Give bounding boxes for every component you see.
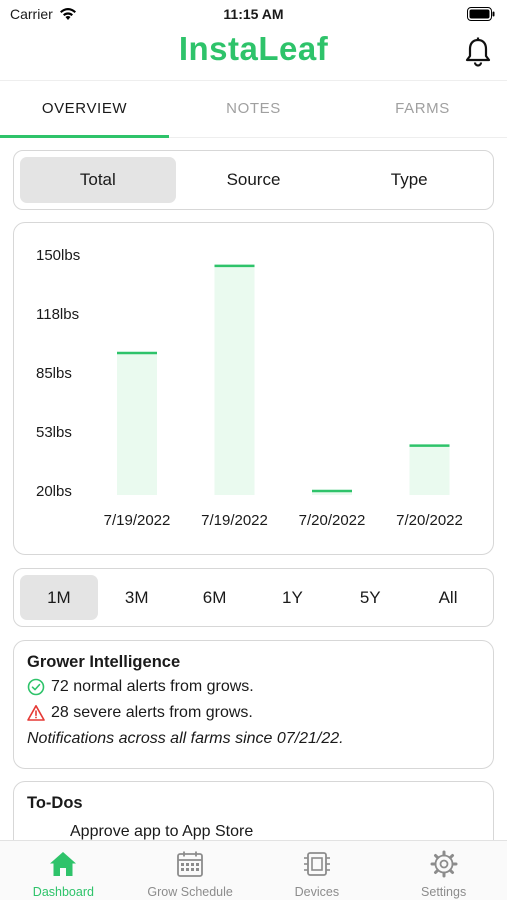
nav-dashboard[interactable]: Dashboard [0,841,127,900]
normal-alerts-text: 72 normal alerts from grows. [51,678,254,695]
y-tick-label: 85lbs [36,365,72,382]
home-icon [50,852,77,876]
notifications-note: Notifications across all farms since 07/… [27,730,344,747]
app-header: InstaLeaf [0,28,507,78]
todos-title: To-Dos [27,794,83,812]
nav-settings-label: Settings [421,885,467,899]
bell-icon[interactable] [463,36,493,68]
tab-farms[interactable]: FARMS [338,81,507,137]
bottom-tab-bar: Dashboard Grow Schedule Devices Settings [0,840,507,900]
calendar-icon [177,851,204,877]
battery-icon [467,7,495,24]
status-time: 11:15 AM [223,6,284,22]
tab-overview[interactable]: OVERVIEW [0,81,169,138]
tab-notes[interactable]: NOTES [169,81,338,137]
nav-dashboard-label: Dashboard [32,885,94,899]
range-5y[interactable]: 5Y [331,575,409,620]
main-tabs: OVERVIEW NOTES FARMS [0,80,507,138]
chart-bar[interactable] [117,353,157,495]
range-1m[interactable]: 1M [20,575,98,620]
nav-devices[interactable]: Devices [254,841,381,900]
range-1y[interactable]: 1Y [253,575,331,620]
x-tick-label: 7/20/2022 [299,512,366,529]
range-3m[interactable]: 3M [98,575,176,620]
nav-grow-schedule-label: Grow Schedule [147,885,233,899]
severe-alerts-text: 28 severe alerts from grows. [51,704,253,721]
check-circle-icon [27,678,45,696]
y-tick-label: 118lbs [36,306,79,323]
range-6m[interactable]: 6M [176,575,254,620]
chart-bar[interactable] [409,445,450,495]
normal-alerts-row: 72 normal alerts from grows. [27,678,480,696]
nav-grow-schedule[interactable]: Grow Schedule [127,841,254,900]
chip-icon [303,852,330,876]
chart-bar[interactable] [214,265,255,495]
grower-intelligence-card[interactable]: Grower Intelligence 72 normal alerts fro… [13,640,494,769]
x-tick-label: 7/19/2022 [104,512,171,529]
range-all[interactable]: All [409,575,487,620]
breakdown-segmented-control: Total Source Type [13,150,494,210]
x-tick-label: 7/19/2022 [201,512,268,529]
y-tick-label: 53lbs [36,424,72,441]
nav-devices-label: Devices [294,885,340,899]
harvest-bar-chart: 150lbs 118lbs 85lbs 53lbs 20lbs 7/19/2022 7/19… [36,247,463,529]
severe-alerts-row: 28 severe alerts from grows. [27,704,480,722]
todo-item[interactable]: Approve app to App Store [27,823,480,841]
warning-triangle-icon [27,705,45,721]
status-bar: Carrier 11:15 AM [0,0,507,28]
harvest-chart-card: 150lbs 118lbs 85lbs 53lbs 20lbs 7/19/2022 7/19… [13,222,494,555]
segment-source[interactable]: Source [176,157,332,203]
nav-settings[interactable]: Settings [380,841,507,900]
gear-icon [430,850,458,878]
y-tick-label: 150lbs [36,247,80,264]
x-tick-label: 7/20/2022 [396,512,463,529]
time-range-segmented-control: 1M 3M 6M 1Y 5Y All [13,568,494,627]
app-title: InstaLeaf [178,30,329,67]
y-tick-label: 20lbs [36,483,72,500]
segment-total[interactable]: Total [20,157,176,203]
segment-type[interactable]: Type [331,157,487,203]
grower-intelligence-title: Grower Intelligence [27,653,181,671]
